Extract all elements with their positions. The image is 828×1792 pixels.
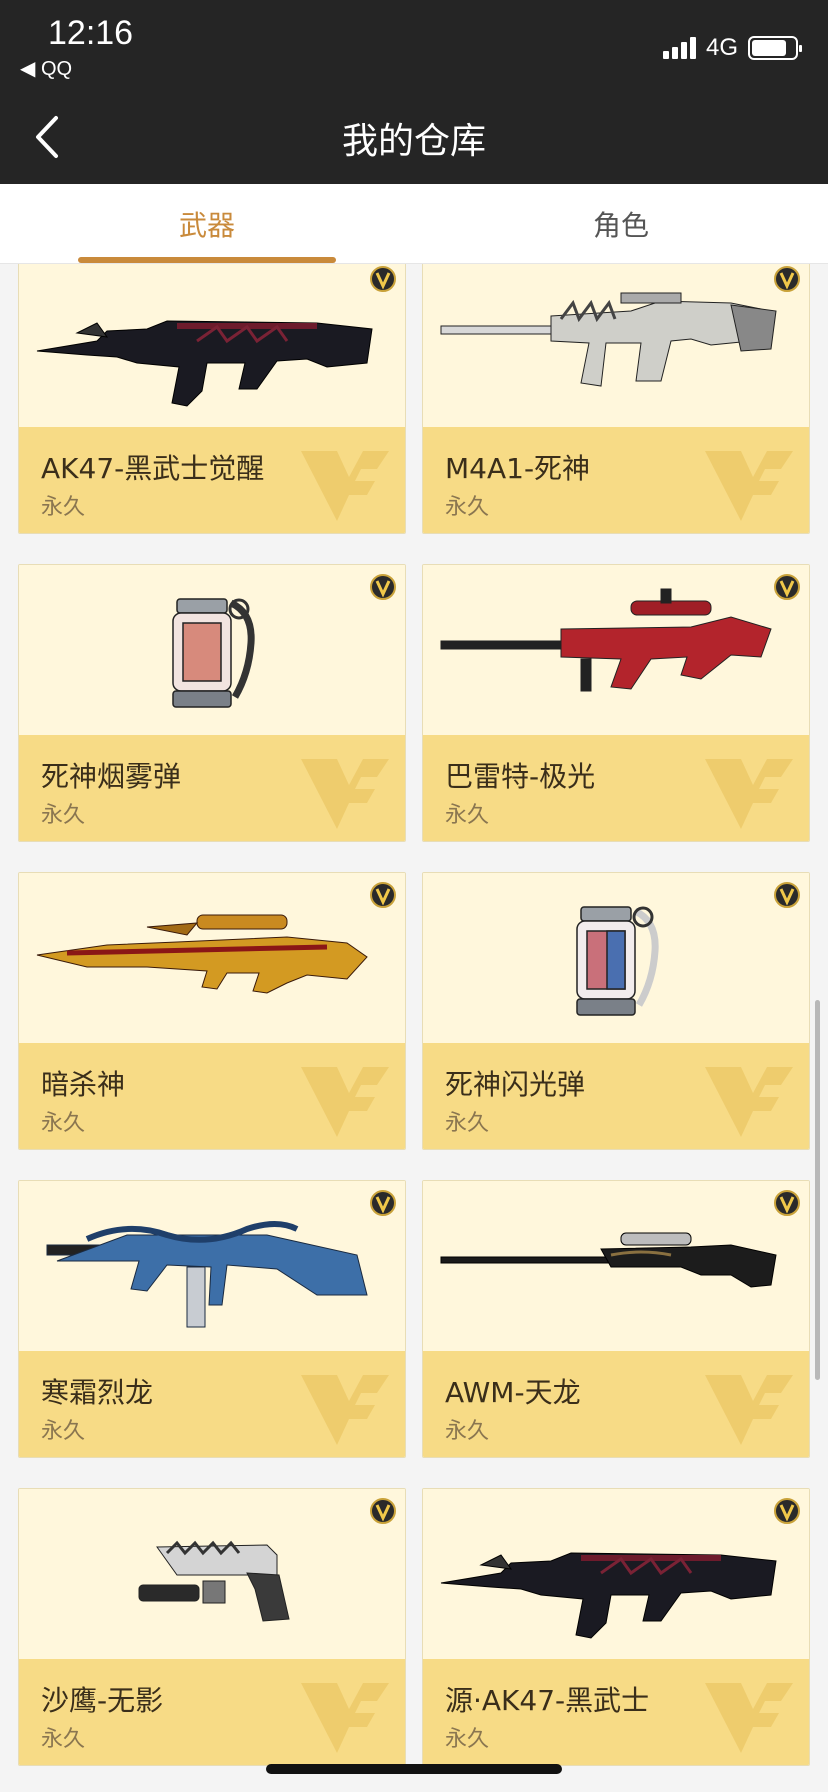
item-card[interactable]: M4A1-死神永久 (422, 264, 810, 534)
tab-weapons[interactable]: 武器 (0, 184, 414, 264)
weapon-image (576, 906, 659, 1016)
item-duration: 永久 (445, 1727, 490, 1752)
page-title: 我的仓库 (341, 121, 486, 162)
item-duration: 永久 (445, 803, 490, 828)
home-indicator[interactable] (266, 1764, 562, 1774)
item-duration: 永久 (41, 1111, 86, 1136)
item-image-area (19, 264, 405, 427)
item-info: 死神闪光弹 永久 (423, 1043, 809, 1149)
vip-badge-icon (774, 1498, 800, 1524)
vip-badge-icon (774, 882, 800, 908)
vip-badge-icon (774, 574, 800, 600)
item-info: M4A1-死神永久 (423, 427, 809, 533)
brand-watermark-icon (301, 451, 389, 521)
item-name: 巴雷特-极光 (445, 760, 596, 793)
item-image-area (19, 1489, 405, 1659)
item-duration: 永久 (41, 495, 86, 520)
scrollbar[interactable] (815, 1000, 820, 1380)
item-card[interactable]: 沙鹰-无影永久 (18, 1488, 406, 1766)
brand-watermark-icon (705, 1375, 793, 1445)
item-name: 源·AK47-黑武士 (445, 1684, 650, 1717)
item-info: 寒霜烈龙 永久 (19, 1351, 405, 1457)
brand-watermark-icon (301, 759, 389, 829)
item-info: 死神烟雾弹 永久 (19, 735, 405, 841)
vip-badge-icon (370, 1498, 396, 1524)
item-name: 沙鹰-无影 (41, 1684, 164, 1717)
weapon-image (172, 598, 255, 708)
brand-watermark-icon (301, 1375, 389, 1445)
vip-badge-icon (370, 574, 396, 600)
weapon-image (440, 1552, 777, 1639)
item-card[interactable]: 巴雷特-极光永久 (422, 564, 810, 842)
vip-badge-icon (370, 1190, 396, 1216)
vip-badge-icon (774, 1190, 800, 1216)
item-name: 死神闪光弹 (445, 1068, 586, 1101)
item-image-area (19, 873, 405, 1043)
item-card[interactable]: AWM-天龙永久 (422, 1180, 810, 1458)
item-card[interactable]: 暗杀神 永久 (18, 872, 406, 1150)
item-duration: 永久 (445, 1111, 490, 1136)
vip-badge-icon (370, 266, 396, 292)
item-duration: 永久 (41, 1727, 86, 1752)
item-info: 巴雷特-极光永久 (423, 735, 809, 841)
weapon-image (46, 1221, 368, 1328)
item-card[interactable]: 死神闪光弹 永久 (422, 872, 810, 1150)
item-card[interactable]: 寒霜烈龙 永久 (18, 1180, 406, 1458)
tab-characters[interactable]: 角色 (414, 184, 828, 264)
brand-watermark-icon (301, 1683, 389, 1753)
item-image-area (423, 873, 809, 1043)
item-info: 沙鹰-无影永久 (19, 1659, 405, 1765)
item-name: AK47-黑武士觉醒 (41, 452, 265, 485)
back-to-app-link[interactable]: ◀ QQ (20, 56, 72, 81)
weapon-image (440, 292, 777, 387)
weapon-image (440, 1232, 777, 1288)
item-image-area (423, 264, 809, 427)
item-image-area (423, 1489, 809, 1659)
status-time: 12:16 (48, 14, 134, 52)
brand-watermark-icon (301, 1067, 389, 1137)
item-image-area (423, 565, 809, 735)
weapon-image (36, 914, 368, 994)
item-grid: AK47-黑武士觉醒 永久 M4A1-死神 永久 死神烟雾弹 永久 巴雷特-极光 永久 暗杀神永… (0, 264, 828, 1792)
item-name: 死神烟雾弹 (41, 760, 182, 793)
status-bar: 12:16 ◀ QQ 4G (0, 0, 828, 90)
item-card[interactable]: AK47-黑武士觉醒永久 (18, 264, 406, 534)
item-image-area (19, 1181, 405, 1351)
brand-watermark-icon (705, 759, 793, 829)
brand-watermark-icon (705, 1067, 793, 1137)
category-tabs: 武器 角色 (0, 184, 828, 264)
battery-icon (748, 36, 802, 60)
item-name: AWM-天龙 (445, 1376, 581, 1409)
item-duration: 永久 (41, 1419, 86, 1444)
item-info: AWM-天龙永久 (423, 1351, 809, 1457)
item-duration: 永久 (41, 803, 86, 828)
item-image-area (19, 565, 405, 735)
network-type: 4G (705, 34, 738, 61)
item-info: 暗杀神 永久 (19, 1043, 405, 1149)
status-indicators: 4G (662, 34, 802, 62)
brand-watermark-icon (705, 1683, 793, 1753)
item-duration: 永久 (445, 1419, 490, 1444)
active-tab-indicator (78, 257, 336, 263)
vip-badge-icon (774, 266, 800, 292)
weapon-image (440, 588, 772, 692)
navigation-bar: 我的仓库 (0, 90, 828, 184)
item-name: M4A1-死神 (445, 452, 591, 485)
item-card[interactable]: 源·AK47-黑武士永久 (422, 1488, 810, 1766)
item-info: AK47-黑武士觉醒永久 (19, 427, 405, 533)
item-image-area (423, 1181, 809, 1351)
item-card[interactable]: 死神烟雾弹 永久 (18, 564, 406, 842)
brand-watermark-icon (705, 451, 793, 521)
item-name: 寒霜烈龙 (41, 1376, 154, 1409)
item-name: 暗杀神 (41, 1068, 126, 1101)
signal-icon (662, 37, 696, 59)
weapon-image (36, 320, 373, 407)
item-info: 源·AK47-黑武士永久 (423, 1659, 809, 1765)
item-duration: 永久 (445, 495, 490, 520)
weapon-image (138, 1540, 290, 1622)
vip-badge-icon (370, 882, 396, 908)
